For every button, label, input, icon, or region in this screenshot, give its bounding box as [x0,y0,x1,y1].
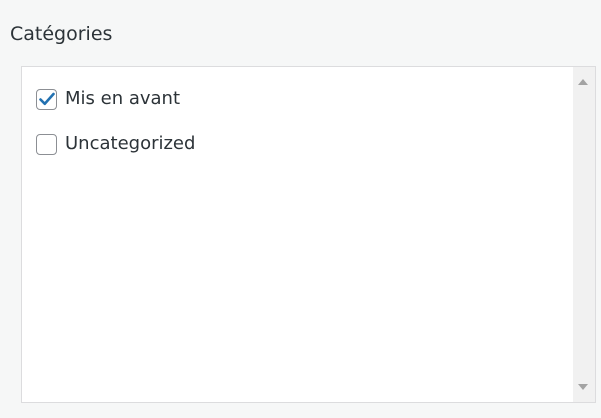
vertical-scrollbar[interactable] [573,67,595,402]
category-checkbox-uncategorized[interactable] [36,133,57,155]
categories-panel: Catégories Mis en avant Uncategorized [0,0,601,418]
category-item-uncategorized[interactable]: Uncategorized [36,130,195,158]
scroll-up-arrow-icon[interactable] [578,79,588,85]
category-label: Mis en avant [65,88,181,109]
category-item-mis-en-avant[interactable]: Mis en avant [36,85,180,113]
panel-title: Catégories [10,23,113,45]
checkmark-icon [38,92,55,106]
category-label: Uncategorized [65,133,196,154]
scroll-down-arrow-icon[interactable] [578,384,588,390]
categories-list[interactable]: Mis en avant Uncategorized [21,66,596,403]
category-checkbox-mis-en-avant[interactable] [36,88,57,110]
